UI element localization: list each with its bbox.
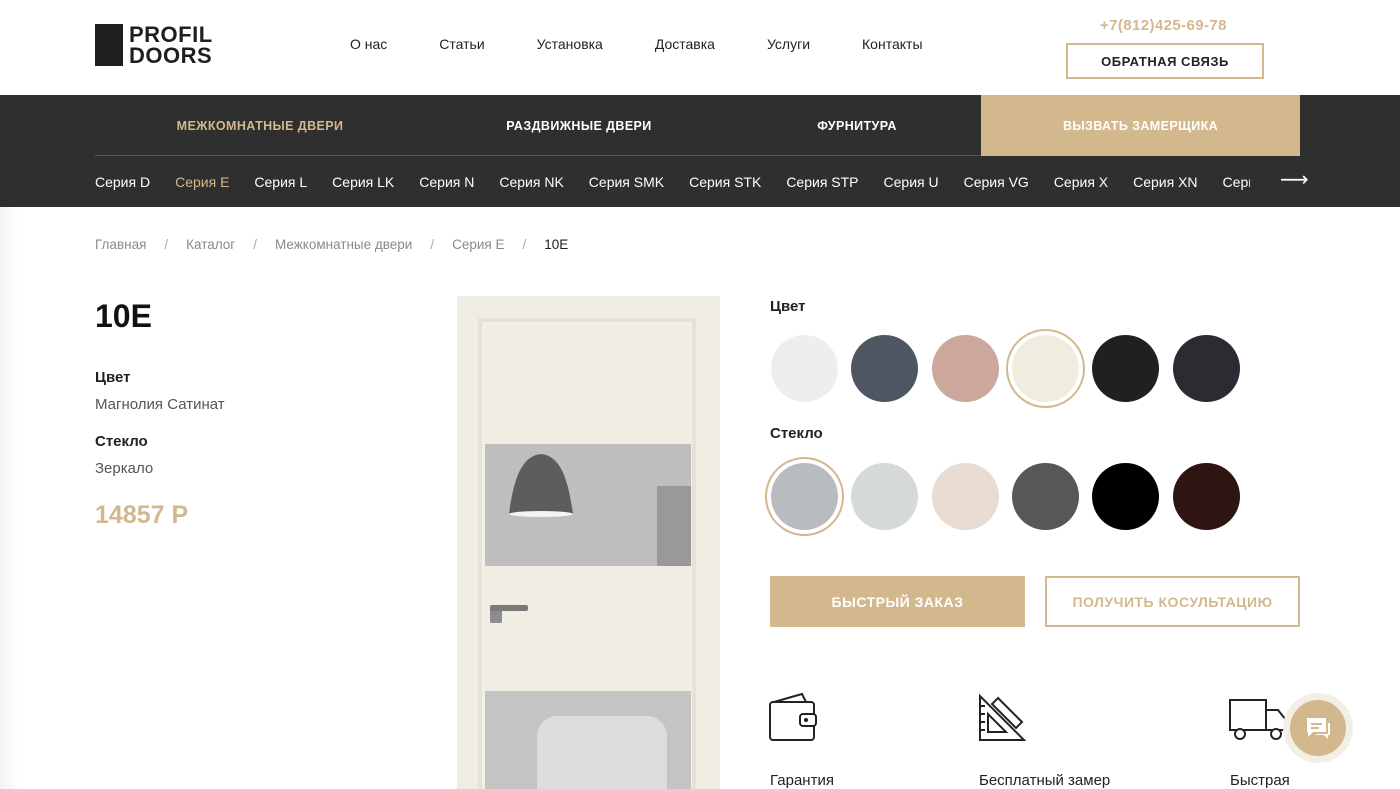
logo-text: PROFIL DOORS: [129, 22, 213, 68]
glass-swatch[interactable]: [1012, 463, 1079, 530]
product-title: 10E: [95, 298, 152, 334]
product-price: 14857 Р: [95, 501, 189, 529]
color-swatch[interactable]: [771, 335, 838, 402]
call-measurer-button[interactable]: ВЫЗВАТЬ ЗАМЕРЩИКА: [981, 95, 1300, 156]
glass-swatch[interactable]: [1173, 463, 1240, 530]
truck-icon: [1229, 699, 1287, 740]
color-swatch[interactable]: [932, 335, 999, 402]
breadcrumb-current: 10E: [544, 237, 569, 252]
series-next-arrow-icon[interactable]: ⟶: [1280, 170, 1309, 190]
breadcrumb-separator: /: [253, 237, 257, 252]
feature-measure-label: Бесплатный замер: [979, 772, 1111, 789]
logo-line-1: PROFIL: [129, 22, 213, 47]
series-item[interactable]: Серия: [1223, 174, 1250, 190]
series-item[interactable]: Серия L: [254, 174, 307, 190]
nav-services[interactable]: Услуги: [767, 36, 810, 52]
logo-mark: [95, 24, 123, 66]
series-item[interactable]: Серия LK: [332, 174, 394, 190]
breadcrumb-link[interactable]: Серия E: [452, 237, 504, 252]
category-interior-doors[interactable]: МЕЖКОМНАТНЫЕ ДВЕРИ: [95, 95, 425, 156]
left-edge-shade: [0, 207, 20, 789]
series-item[interactable]: Серия STK: [689, 174, 761, 190]
wallet-icon: [769, 692, 817, 741]
color-swatch[interactable]: [1092, 335, 1159, 402]
series-item[interactable]: Серия U: [884, 174, 939, 190]
glass-swatch[interactable]: [932, 463, 999, 530]
breadcrumb-link[interactable]: Межкомнатные двери: [275, 237, 412, 252]
series-item[interactable]: Серия NK: [499, 174, 563, 190]
glass-options-label: Стекло: [770, 425, 823, 442]
nav-installation[interactable]: Установка: [537, 36, 603, 52]
chair-reflection: [537, 716, 667, 789]
site-header: PROFIL DOORS О нас Статьи Установка Дост…: [0, 0, 1400, 95]
category-bar: МЕЖКОМНАТНЫЕ ДВЕРИ РАЗДВИЖНЫЕ ДВЕРИ ФУРН…: [0, 95, 1400, 207]
series-item[interactable]: Серия STP: [786, 174, 858, 190]
series-item[interactable]: Серия E: [175, 174, 229, 190]
glass-swatch[interactable]: [771, 463, 838, 530]
nav-contacts[interactable]: Контакты: [862, 36, 922, 52]
category-menu: МЕЖКОМНАТНЫЕ ДВЕРИ РАЗДВИЖНЫЕ ДВЕРИ ФУРН…: [95, 95, 1300, 156]
color-swatch[interactable]: [1173, 335, 1240, 402]
door-image: [457, 296, 720, 789]
series-item[interactable]: Серия D: [95, 174, 150, 190]
glass-swatch[interactable]: [851, 463, 918, 530]
door-handle: [490, 605, 528, 611]
color-swatch[interactable]: [851, 335, 918, 402]
breadcrumb: Главная / Каталог / Межкомнатные двери / Серия…: [95, 237, 568, 252]
glass-swatch[interactable]: [1092, 463, 1159, 530]
consultation-button[interactable]: ПОЛУЧИТЬ КОСУЛЬТАЦИЮ: [1045, 576, 1300, 627]
ruler-triangle-icon: [979, 693, 1027, 741]
door-mirror-reflection: [657, 486, 691, 566]
series-item[interactable]: Серия N: [419, 174, 474, 190]
color-swatch[interactable]: [1012, 335, 1079, 402]
logo-line-2: DOORS: [129, 43, 213, 68]
category-hardware[interactable]: ФУРНИТУРА: [733, 95, 981, 156]
color-options-label: Цвет: [770, 298, 806, 315]
series-item[interactable]: Серия X: [1054, 174, 1108, 190]
nav-about[interactable]: О нас: [350, 36, 387, 52]
product-color-label: Цвет: [95, 369, 131, 386]
series-list: Серия D Серия E Серия L Серия LK Серия N Сери…: [95, 157, 1250, 207]
product-glass-label: Стекло: [95, 433, 148, 450]
breadcrumb-separator: /: [164, 237, 169, 252]
product-glass-value: Зеркало: [95, 460, 154, 477]
chat-bubble-icon: [1307, 718, 1330, 739]
breadcrumb-separator: /: [522, 237, 527, 252]
feature-warranty-label: Гарантия: [770, 772, 834, 789]
product-color-value: Магнолия Сатинат: [95, 396, 225, 413]
logo[interactable]: PROFIL DOORS: [95, 22, 213, 68]
category-sliding-doors[interactable]: РАЗДВИЖНЫЕ ДВЕРИ: [425, 95, 733, 156]
feature-delivery-label: Быстрая: [1230, 772, 1290, 789]
chat-widget[interactable]: [1283, 693, 1353, 763]
breadcrumb-link[interactable]: Каталог: [186, 237, 235, 252]
nav-articles[interactable]: Статьи: [439, 36, 484, 52]
nav-delivery[interactable]: Доставка: [655, 36, 715, 52]
breadcrumb-separator: /: [430, 237, 435, 252]
series-item[interactable]: Серия SMK: [589, 174, 664, 190]
breadcrumb-link[interactable]: Главная: [95, 237, 146, 252]
quick-order-button[interactable]: БЫСТРЫЙ ЗАКАЗ: [770, 576, 1025, 627]
lamp-reflection: [509, 446, 573, 517]
chat-button[interactable]: [1290, 700, 1346, 756]
phone-link[interactable]: +7(812)425-69-78: [1100, 17, 1227, 34]
series-item[interactable]: Серия XN: [1133, 174, 1197, 190]
feedback-button[interactable]: ОБРАТНАЯ СВЯЗЬ: [1066, 43, 1264, 79]
series-item[interactable]: Серия VG: [964, 174, 1029, 190]
main-nav: О нас Статьи Установка Доставка Услуги К…: [350, 36, 975, 52]
